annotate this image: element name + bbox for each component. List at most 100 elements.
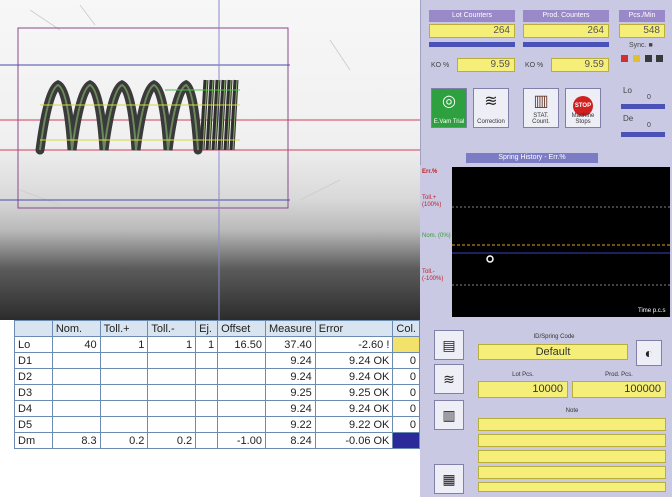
measurement-table-area: Nom. Toll.+ Toll.- Ej. Offset Measure Er… bbox=[0, 320, 420, 497]
ej-cell[interactable] bbox=[195, 400, 219, 417]
ko-value-prod: 9.59 bbox=[551, 58, 609, 72]
row-label: D5 bbox=[14, 416, 53, 433]
correction-button[interactable]: ≋ Correction bbox=[473, 88, 509, 128]
save-report-button[interactable]: ▦ bbox=[434, 464, 464, 494]
lot-pcs-field[interactable]: 10000 bbox=[478, 381, 568, 398]
tol-plus-cell[interactable]: 0.2 bbox=[99, 432, 149, 449]
table-header-row: Nom. Toll.+ Toll.- Ej. Offset Measure Er… bbox=[14, 320, 420, 337]
lot-progress-bar bbox=[429, 42, 515, 47]
note-line-1[interactable] bbox=[478, 418, 666, 431]
prod-pcs-field[interactable]: 100000 bbox=[572, 381, 666, 398]
note-line-5[interactable] bbox=[478, 482, 666, 492]
nom-cell[interactable] bbox=[51, 368, 101, 385]
tol-minus-cell[interactable] bbox=[147, 416, 197, 433]
tol-plus-cell[interactable] bbox=[99, 416, 149, 433]
error-cell: -2.60 ! bbox=[314, 336, 394, 353]
color-cell[interactable]: 0 bbox=[392, 368, 420, 385]
tol-minus-cell[interactable] bbox=[147, 352, 197, 369]
nom-cell[interactable] bbox=[51, 384, 101, 401]
err-percent-label: Err.% bbox=[422, 169, 438, 175]
row-label: D4 bbox=[14, 400, 53, 417]
error-cell: 9.24 OK bbox=[314, 352, 394, 369]
lot-pcs-label: Lot Pcs. bbox=[512, 372, 534, 378]
ej-cell[interactable]: 1 bbox=[195, 336, 219, 353]
de-slider[interactable] bbox=[621, 132, 665, 137]
offset-cell[interactable] bbox=[217, 416, 266, 433]
table-row[interactable]: D2 9.24 9.24 OK 0 bbox=[14, 368, 420, 385]
ej-cell[interactable] bbox=[195, 384, 219, 401]
tol-minus-cell[interactable]: 0.2 bbox=[147, 432, 197, 449]
header-cell: Error bbox=[314, 320, 394, 337]
header-cell: Toll.+ bbox=[99, 320, 149, 337]
tol-plus-cell[interactable] bbox=[99, 368, 149, 385]
offset-cell[interactable]: -1.00 bbox=[217, 432, 266, 449]
exam-trial-button[interactable]: ◎ E.Vam Trial bbox=[431, 88, 467, 128]
color-cell[interactable] bbox=[392, 432, 420, 449]
offset-cell[interactable] bbox=[217, 400, 266, 417]
nom-cell[interactable] bbox=[51, 416, 101, 433]
color-cell[interactable] bbox=[392, 336, 420, 353]
tol-plus-cell[interactable] bbox=[99, 400, 149, 417]
spring-settings-button[interactable]: ≋ bbox=[434, 364, 464, 394]
machine-stop-button[interactable]: STOP Machine Stops bbox=[565, 88, 601, 128]
row-label: D2 bbox=[14, 368, 53, 385]
ko-label: KO % bbox=[525, 62, 544, 69]
tol-minus-cell[interactable]: 1 bbox=[147, 336, 197, 353]
header-cell bbox=[14, 320, 53, 337]
browse-button[interactable]: ◐ bbox=[636, 340, 662, 366]
nom-cell[interactable]: 8.3 bbox=[51, 432, 101, 449]
color-cell[interactable]: 0 bbox=[392, 416, 420, 433]
de-slider-label: De bbox=[623, 114, 634, 123]
led-off-icon bbox=[656, 55, 664, 62]
bar-chart-icon: ▥ bbox=[442, 407, 456, 423]
table-row[interactable]: Dm 8.3 0.2 0.2 -1.00 8.24 -0.06 OK bbox=[14, 432, 420, 449]
tol-minus-cell[interactable] bbox=[147, 384, 197, 401]
tol-minus-cell[interactable] bbox=[147, 400, 197, 417]
spring-code-field[interactable]: Default bbox=[478, 344, 628, 360]
led-off-icon bbox=[644, 55, 652, 62]
statistics-button[interactable]: ▥ bbox=[434, 400, 464, 430]
nom-cell[interactable] bbox=[51, 352, 101, 369]
ring-icon: ◎ bbox=[442, 93, 456, 110]
time-axis-label: Time p.c.s bbox=[638, 308, 666, 314]
color-cell[interactable]: 0 bbox=[392, 384, 420, 401]
tol-plus-cell[interactable] bbox=[99, 384, 149, 401]
offset-cell[interactable] bbox=[217, 352, 266, 369]
nom-cell[interactable]: 40 bbox=[51, 336, 101, 353]
offset-cell[interactable]: 16.50 bbox=[217, 336, 266, 353]
row-label: Lo bbox=[14, 336, 53, 353]
note-line-4[interactable] bbox=[478, 466, 666, 479]
lot-counters-label: Lot Counters bbox=[429, 10, 515, 22]
color-cell[interactable]: 0 bbox=[392, 400, 420, 417]
tol-minus-cell[interactable] bbox=[147, 368, 197, 385]
tol-plus-cell[interactable] bbox=[99, 352, 149, 369]
note-line-3[interactable] bbox=[478, 450, 666, 463]
header-cell: Toll.- bbox=[147, 320, 197, 337]
note-line-2[interactable] bbox=[478, 434, 666, 447]
color-cell[interactable]: 0 bbox=[392, 352, 420, 369]
lo-slider-value: 0 bbox=[647, 94, 651, 101]
lo-slider[interactable] bbox=[621, 104, 665, 109]
table-row[interactable]: D4 9.24 9.24 OK 0 bbox=[14, 400, 420, 417]
ko-label: KO % bbox=[431, 62, 450, 69]
tol-plus-cell[interactable]: 1 bbox=[99, 336, 149, 353]
history-chart: Time p.c.s bbox=[452, 167, 670, 317]
ej-cell[interactable] bbox=[195, 416, 219, 433]
stat-count-button[interactable]: ▥ STAT. Count. bbox=[523, 88, 559, 128]
ej-cell[interactable] bbox=[195, 432, 219, 449]
spring-code-label: ID/Spring Code bbox=[533, 334, 575, 340]
table-row[interactable]: D1 9.24 9.24 OK 0 bbox=[14, 352, 420, 369]
header-cell: Measure bbox=[264, 320, 316, 337]
offset-cell[interactable] bbox=[217, 368, 266, 385]
table-row[interactable]: D3 9.25 9.25 OK 0 bbox=[14, 384, 420, 401]
table-row[interactable]: D5 9.22 9.22 OK 0 bbox=[14, 416, 420, 433]
offset-cell[interactable] bbox=[217, 384, 266, 401]
ej-cell[interactable] bbox=[195, 368, 219, 385]
row-label: D3 bbox=[14, 384, 53, 401]
table-row[interactable]: Lo 40 1 1 1 16.50 37.40 -2.60 ! bbox=[14, 336, 420, 353]
nom-cell[interactable] bbox=[51, 400, 101, 417]
document-icon: ▤ bbox=[442, 337, 456, 353]
ej-cell[interactable] bbox=[195, 352, 219, 369]
load-code-button[interactable]: ▤ bbox=[434, 330, 464, 360]
measure-cell: 9.24 bbox=[264, 352, 316, 369]
